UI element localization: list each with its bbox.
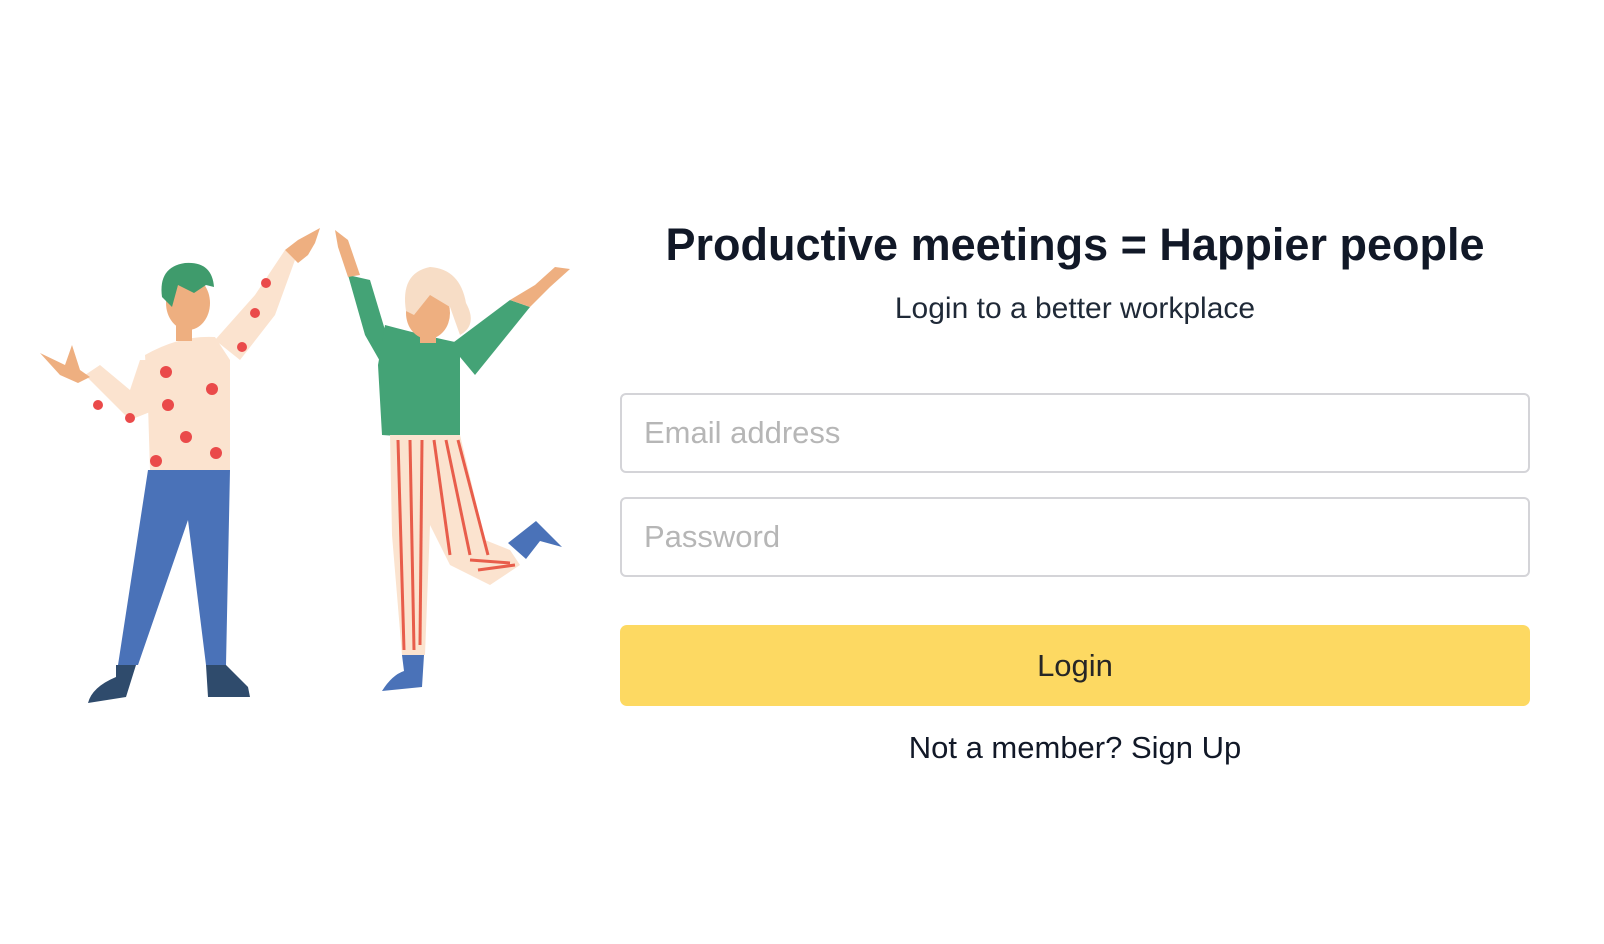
- password-input[interactable]: [620, 497, 1530, 577]
- email-input[interactable]: [620, 393, 1530, 473]
- page-subtitle: Login to a better workplace: [894, 292, 1256, 325]
- celebrating-people-illustration: [40, 228, 570, 703]
- signup-prompt-text: Not a member?: [908, 730, 1123, 765]
- login-button[interactable]: Login: [620, 625, 1530, 706]
- signup-prompt: Not a member? Sign Up: [620, 728, 1530, 768]
- page-title: Productive meetings = Happier people: [665, 219, 1485, 270]
- signup-link[interactable]: Sign Up: [1131, 730, 1241, 765]
- man-figure: [40, 228, 320, 703]
- woman-figure: [335, 230, 570, 691]
- login-panel: Productive meetings = Happier people Log…: [620, 215, 1530, 768]
